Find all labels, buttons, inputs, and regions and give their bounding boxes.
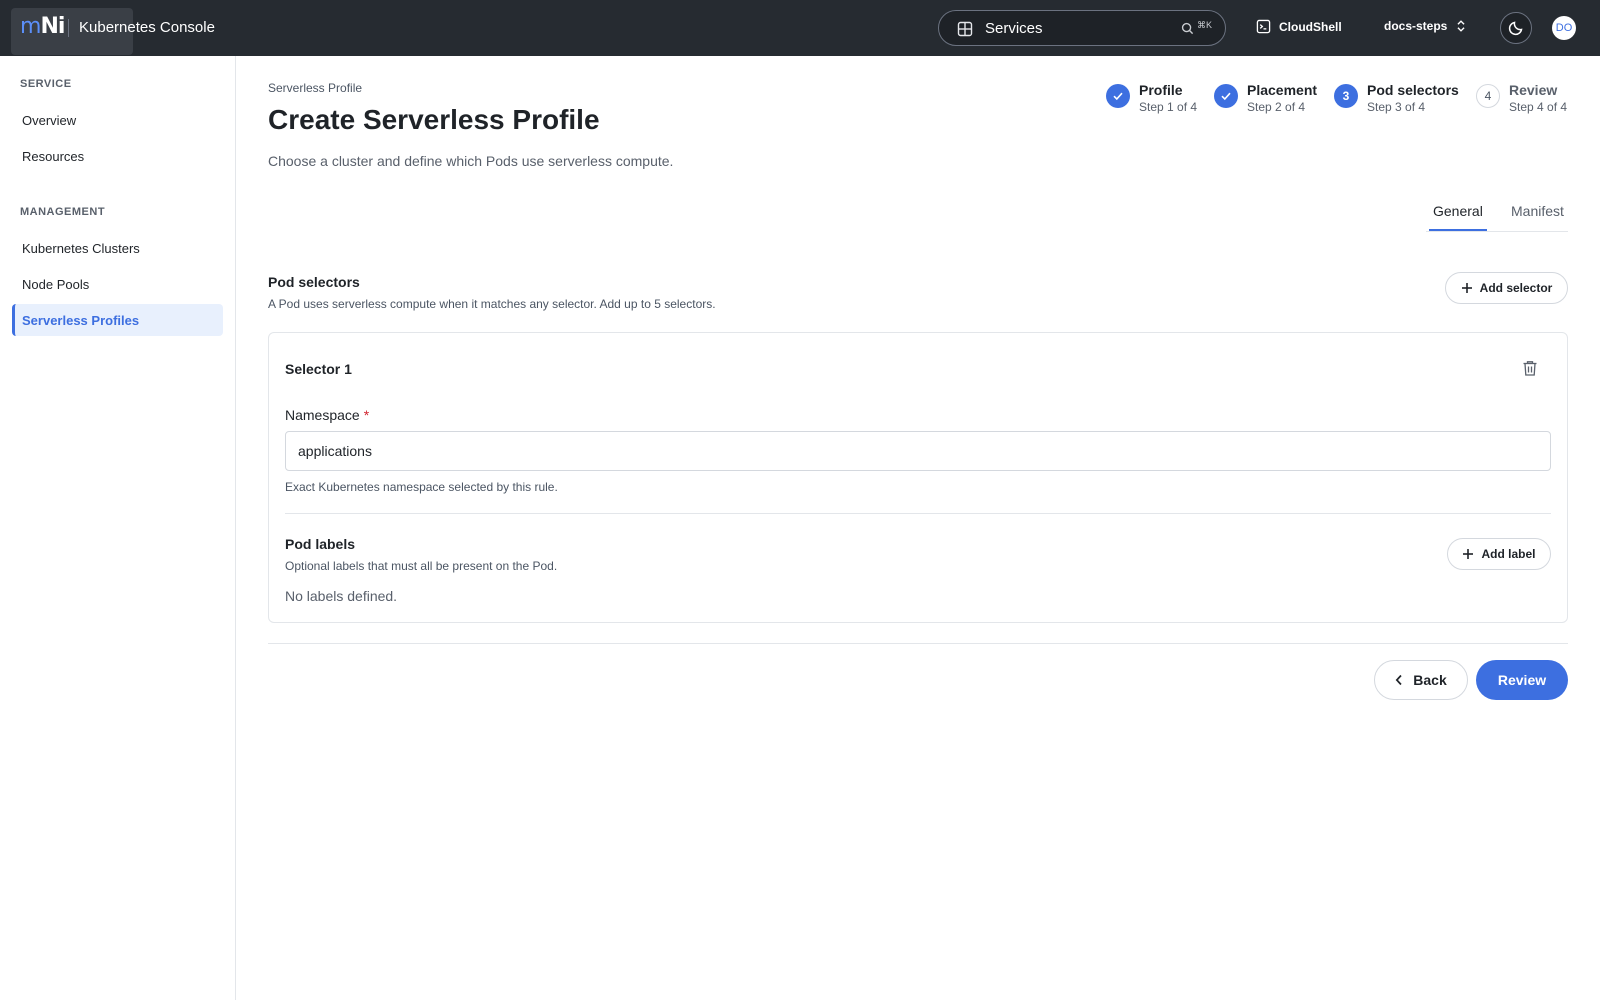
- step-placement[interactable]: Placement Step 2 of 4: [1214, 81, 1317, 115]
- breadcrumb[interactable]: Serverless Profile: [268, 81, 362, 95]
- tabs-baseline: [1426, 231, 1568, 232]
- step-number-text: Step 3 of 4: [1367, 100, 1426, 114]
- card-divider: [285, 513, 1551, 514]
- project-label: docs-steps: [1384, 19, 1448, 33]
- step-number-text: Step 1 of 4: [1139, 100, 1198, 114]
- chevron-left-icon: [1395, 674, 1402, 686]
- cloudshell-button[interactable]: CloudShell: [1256, 19, 1342, 34]
- sidebar-heading-service: SERVICE: [20, 78, 72, 90]
- step-number-text: Step 2 of 4: [1247, 100, 1306, 114]
- plus-icon: [1461, 283, 1472, 293]
- step-complete-icon: [1106, 84, 1130, 108]
- step-pod-selectors[interactable]: 3 Pod selectors Step 3 of 4: [1334, 81, 1459, 115]
- sidebar: SERVICE Overview Resources MANAGEMENT Ku…: [0, 56, 236, 1000]
- step-label: Review: [1509, 82, 1558, 98]
- topbar-divider: [68, 19, 69, 37]
- logo-mark: m: [20, 14, 41, 39]
- active-tab-indicator: [1429, 229, 1487, 231]
- service-search[interactable]: Services ⌘K: [938, 10, 1226, 46]
- namespace-label: Namespace *: [285, 407, 369, 423]
- search-input[interactable]: Services: [985, 20, 1043, 37]
- step-label: Placement: [1247, 82, 1318, 98]
- tab-manifest[interactable]: Manifest: [1511, 203, 1564, 219]
- cloudshell-label: CloudShell: [1279, 19, 1342, 34]
- add-label-button[interactable]: Add label: [1447, 538, 1551, 570]
- tab-general[interactable]: General: [1433, 203, 1483, 219]
- logo[interactable]: mNi: [20, 14, 65, 39]
- avatar[interactable]: DO: [1552, 16, 1576, 40]
- project-selector[interactable]: docs-steps: [1384, 19, 1467, 33]
- add-label-label: Add label: [1481, 547, 1536, 561]
- pod-selectors-description: A Pod uses serverless compute when it ma…: [268, 297, 716, 311]
- step-review[interactable]: 4 Review Step 4 of 4: [1476, 81, 1567, 115]
- sidebar-heading-management: MANAGEMENT: [20, 206, 106, 218]
- page-title: Create Serverless Profile: [268, 104, 600, 135]
- step-number-badge: 4: [1476, 84, 1500, 108]
- back-label: Back: [1413, 672, 1447, 688]
- theme-toggle-button[interactable]: [1500, 12, 1532, 44]
- review-button[interactable]: Review: [1476, 660, 1568, 700]
- step-number-badge: 3: [1334, 84, 1358, 108]
- sidebar-item-kubernetes-clusters[interactable]: Kubernetes Clusters: [12, 232, 223, 264]
- chevron-updown-icon: [1457, 20, 1465, 32]
- add-selector-button[interactable]: Add selector: [1445, 272, 1568, 304]
- footer-divider: [268, 643, 1568, 644]
- top-bar: mNi Kubernetes Console Services ⌘K Cloud…: [0, 0, 1600, 56]
- grid-icon: [957, 21, 973, 37]
- back-button[interactable]: Back: [1374, 660, 1468, 700]
- sidebar-item-overview[interactable]: Overview: [12, 104, 223, 136]
- namespace-label-text: Namespace: [285, 407, 360, 423]
- required-marker: *: [363, 407, 370, 423]
- step-label: Pod selectors: [1367, 82, 1459, 98]
- step-number-text: Step 4 of 4: [1509, 100, 1568, 114]
- search-icon: [1181, 22, 1194, 35]
- logo-text: Ni: [40, 14, 65, 39]
- step-profile[interactable]: Profile Step 1 of 4: [1106, 81, 1197, 115]
- step-complete-icon: [1214, 84, 1238, 108]
- app-title[interactable]: Kubernetes Console: [79, 19, 215, 36]
- check-icon: [1113, 92, 1123, 101]
- sidebar-item-resources[interactable]: Resources: [12, 140, 223, 172]
- sidebar-item-node-pools[interactable]: Node Pools: [12, 268, 223, 300]
- moon-icon: [1508, 21, 1523, 36]
- step-label: Profile: [1139, 82, 1183, 98]
- pod-labels-empty-state: No labels defined.: [285, 588, 398, 604]
- pod-labels-title: Pod labels: [285, 536, 356, 552]
- pod-labels-description: Optional labels that must all be present…: [285, 559, 558, 573]
- selector-title: Selector 1: [285, 361, 352, 377]
- sidebar-item-serverless-profiles[interactable]: Serverless Profiles: [12, 304, 223, 336]
- add-selector-label: Add selector: [1479, 281, 1553, 295]
- namespace-help-text: Exact Kubernetes namespace selected by t…: [285, 480, 558, 494]
- pod-selectors-title: Pod selectors: [268, 274, 360, 290]
- check-icon: [1221, 92, 1231, 101]
- trash-icon[interactable]: [1522, 360, 1538, 377]
- plus-icon: [1463, 549, 1474, 559]
- search-shortcut: ⌘K: [1197, 20, 1213, 30]
- page-subtitle: Choose a cluster and define which Pods u…: [268, 153, 674, 169]
- namespace-input[interactable]: [285, 431, 1551, 471]
- selector-card: [268, 332, 1568, 623]
- terminal-icon: [1256, 19, 1271, 34]
